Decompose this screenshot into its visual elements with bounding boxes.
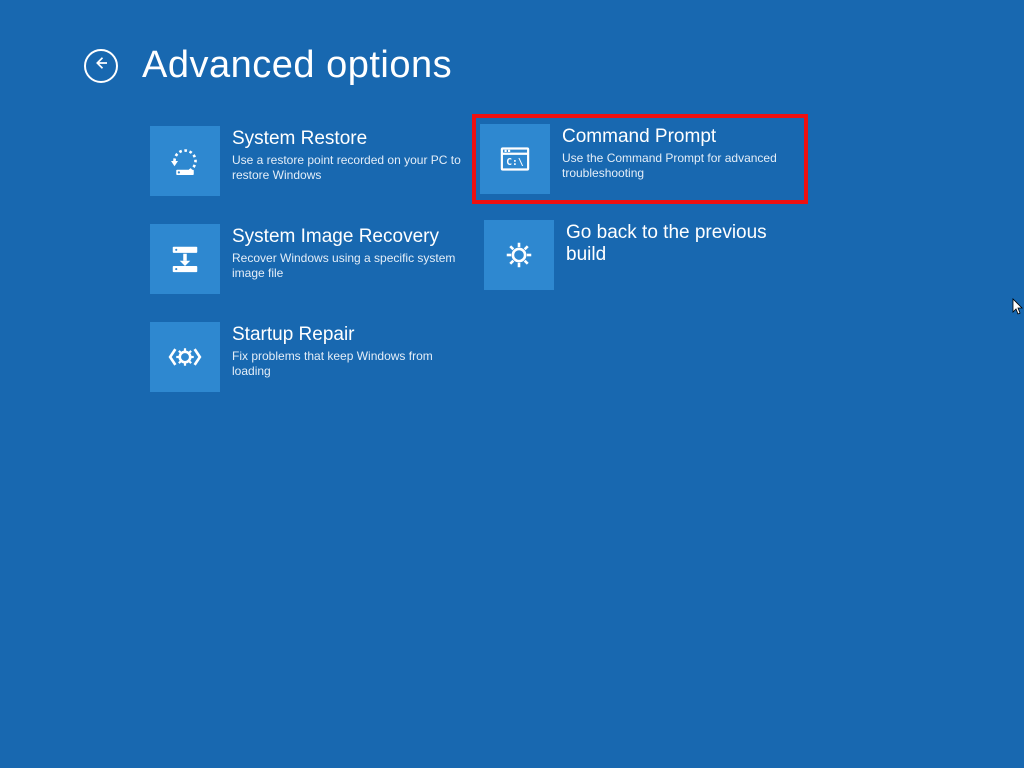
options-grid: System Restore Use a restore point recor… <box>146 122 800 396</box>
tile-desc: Use the Command Prompt for advanced trou… <box>562 151 796 182</box>
tile-desc: Use a restore point recorded on your PC … <box>232 153 462 184</box>
tile-title: System Image Recovery <box>232 226 462 248</box>
tile-desc: Recover Windows using a specific system … <box>232 251 462 282</box>
option-system-restore[interactable]: System Restore Use a restore point recor… <box>146 122 466 200</box>
gear-icon <box>484 220 554 290</box>
option-startup-repair[interactable]: Startup Repair Fix problems that keep Wi… <box>146 318 466 396</box>
back-arrow-icon <box>92 54 110 77</box>
tile-title: Go back to the previous build <box>566 222 796 266</box>
page-title: Advanced options <box>142 44 452 87</box>
back-button[interactable] <box>84 49 118 83</box>
option-system-image-recovery[interactable]: System Image Recovery Recover Windows us… <box>146 220 466 298</box>
tile-title: Startup Repair <box>232 324 462 346</box>
startup-repair-icon <box>150 322 220 392</box>
option-command-prompt[interactable]: C:\ Command Prompt Use the Command Promp… <box>472 114 808 204</box>
system-image-recovery-icon <box>150 224 220 294</box>
command-prompt-icon: C:\ <box>480 124 550 194</box>
tile-title: Command Prompt <box>562 126 796 148</box>
option-go-back-previous-build[interactable]: Go back to the previous build <box>480 216 800 294</box>
system-restore-icon <box>150 126 220 196</box>
svg-text:C:\: C:\ <box>506 157 524 168</box>
tile-desc: Fix problems that keep Windows from load… <box>232 349 462 380</box>
tile-title: System Restore <box>232 128 462 150</box>
mouse-cursor-icon <box>1012 298 1024 316</box>
